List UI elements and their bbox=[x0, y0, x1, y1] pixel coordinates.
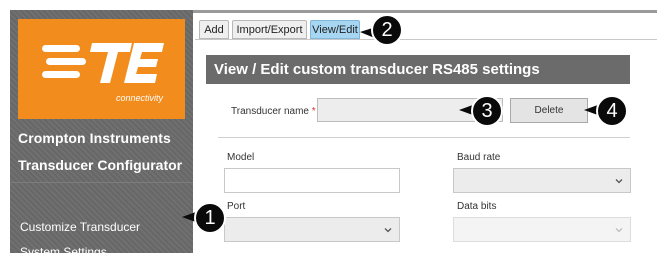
callout-1: 1 bbox=[194, 202, 226, 234]
te-logo-mark-icon bbox=[42, 43, 164, 83]
model-input[interactable] bbox=[224, 168, 400, 193]
top-strip bbox=[193, 10, 657, 13]
required-mark: * bbox=[311, 106, 316, 117]
te-logo: connectivity bbox=[18, 19, 185, 119]
sidebar-divider bbox=[10, 182, 193, 183]
data-bits-label: Data bits bbox=[457, 201, 497, 212]
chevron-down-icon bbox=[615, 179, 623, 184]
callout-2: 2 bbox=[371, 14, 403, 46]
sidebar: connectivity Crompton Instruments Transd… bbox=[10, 10, 193, 253]
baud-rate-label: Baud rate bbox=[457, 152, 501, 163]
chevron-down-icon bbox=[384, 228, 392, 233]
section-title: View / Edit custom transducer RS485 sett… bbox=[214, 61, 540, 78]
data-bits-select[interactable] bbox=[453, 217, 631, 242]
transducer-name-label: Transducer name * bbox=[231, 106, 316, 117]
tab-divider bbox=[195, 39, 657, 40]
section-header: View / Edit custom transducer RS485 sett… bbox=[206, 55, 630, 84]
delete-button[interactable]: Delete bbox=[510, 98, 588, 123]
callout-4: 4 bbox=[596, 95, 628, 127]
chevron-down-icon bbox=[615, 228, 623, 233]
tab-import-export[interactable]: Import/Export bbox=[232, 20, 307, 39]
row-divider bbox=[218, 137, 630, 138]
baud-rate-select[interactable] bbox=[453, 168, 631, 193]
model-label: Model bbox=[227, 152, 255, 163]
transducer-name-label-text: Transducer name bbox=[231, 106, 309, 117]
sidebar-item-customize-transducer[interactable]: Customize Transducer bbox=[20, 220, 193, 234]
callout-3: 3 bbox=[471, 95, 503, 127]
port-select[interactable] bbox=[224, 217, 400, 242]
tab-add[interactable]: Add bbox=[199, 20, 229, 39]
tab-view-edit[interactable]: View/Edit bbox=[310, 20, 360, 39]
sidebar-item-system-settings[interactable]: System Settings bbox=[20, 245, 193, 253]
brand-subtitle: Transducer Configurator bbox=[18, 157, 183, 173]
logo-tagline: connectivity bbox=[115, 93, 163, 103]
brand-title: Crompton Instruments bbox=[18, 130, 171, 146]
port-label: Port bbox=[227, 201, 246, 212]
